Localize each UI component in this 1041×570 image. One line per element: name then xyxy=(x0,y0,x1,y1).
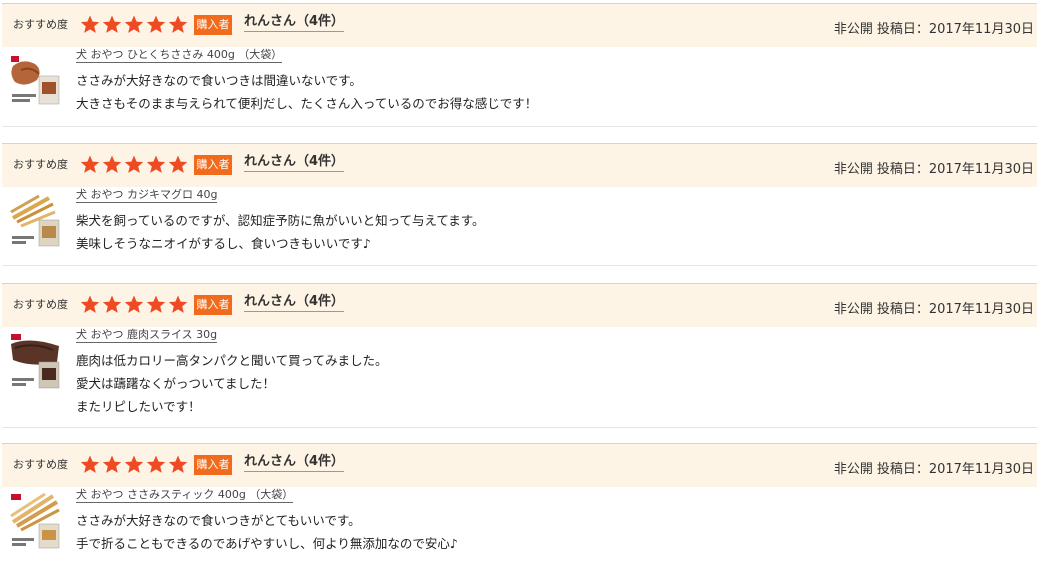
posted-date: 投稿日：2017年11月30日 xyxy=(876,302,1034,317)
product-link[interactable]: 犬 おやつ ひとくちささみ 400g （大袋） xyxy=(76,48,283,63)
venison-slice-product-image[interactable] xyxy=(9,332,63,390)
product-link[interactable]: 犬 おやつ ささみスティック 400g （大袋） xyxy=(76,488,294,503)
reviewer-link[interactable]: れんさん（4件） xyxy=(244,10,345,32)
review-comment: 柴犬を飼っているのですが、認知症予防に魚がいいと知って与えてます。 美味しそうなニ… xyxy=(76,209,485,255)
review-item: おすすめ度 購入者 れんさん（4件） 非公開 投稿日：2017年11月30日 犬 … xyxy=(0,443,1041,565)
review-divider xyxy=(2,427,1037,428)
recommendation-label: おすすめ度 xyxy=(13,298,68,311)
posted-date: 投稿日：2017年11月30日 xyxy=(876,462,1034,477)
comment-line: 愛犬は躊躇なくがっついてました！ xyxy=(76,376,276,391)
review-header: おすすめ度 購入者 れんさん（4件） 非公開 投稿日：2017年11月30日 xyxy=(2,443,1037,487)
product-link[interactable]: 犬 おやつ 鹿肉スライス 30g xyxy=(76,328,218,343)
star-icon xyxy=(101,154,123,176)
recommendation-label: おすすめ度 xyxy=(13,158,68,171)
review-meta: 非公開 投稿日：2017年11月30日 xyxy=(834,158,1034,177)
review-comment: 鹿肉は低カロリー高タンパクと聞いて買ってみました。 愛犬は躊躇なくがっついてました… xyxy=(76,349,388,418)
comment-line: 大きさもそのまま与えられて便利だし、たくさん入っているのでお得な感じです！ xyxy=(76,96,538,111)
review-divider xyxy=(2,265,1037,266)
review-body: 犬 おやつ ひとくちささみ 400g （大袋） ささみが大好きなので食いつきは間… xyxy=(2,47,1037,125)
reviewer-link[interactable]: れんさん（4件） xyxy=(244,450,345,472)
star-icon xyxy=(145,154,167,176)
star-icon xyxy=(79,14,101,36)
review-meta: 非公開 投稿日：2017年11月30日 xyxy=(834,458,1034,477)
comment-line: ささみが大好きなので食いつきは間違いないです。 xyxy=(76,73,362,88)
review-header: おすすめ度 購入者 れんさん（4件） 非公開 投稿日：2017年11月30日 xyxy=(2,143,1037,187)
buyer-badge: 購入者 xyxy=(194,295,232,315)
star-icon xyxy=(101,454,123,476)
review-item: おすすめ度 購入者 れんさん（4件） 非公開 投稿日：2017年11月30日 犬 … xyxy=(0,143,1041,265)
reviewer-link[interactable]: れんさん（4件） xyxy=(244,150,345,172)
buyer-badge: 購入者 xyxy=(194,455,232,475)
star-rating xyxy=(79,154,189,176)
star-icon xyxy=(145,454,167,476)
review-meta: 非公開 投稿日：2017年11月30日 xyxy=(834,18,1034,37)
star-icon xyxy=(123,454,145,476)
comment-line: 柴犬を飼っているのですが、認知症予防に魚がいいと知って与えてます。 xyxy=(76,213,485,228)
recommendation-label: おすすめ度 xyxy=(13,18,68,31)
star-icon xyxy=(145,294,167,316)
privacy-status: 非公開 xyxy=(833,22,873,37)
review-body: 犬 おやつ ささみスティック 400g （大袋） ささみが大好きなので食いつきが… xyxy=(2,487,1037,565)
product-link[interactable]: 犬 おやつ カジキマグロ 40g xyxy=(76,188,218,203)
review-divider xyxy=(2,126,1037,127)
review-comment: ささみが大好きなので食いつきは間違いないです。大きさもそのまま与えられて便利だし… xyxy=(76,69,537,115)
star-rating xyxy=(79,294,189,316)
star-icon xyxy=(79,294,101,316)
star-icon xyxy=(101,14,123,36)
chicken-jerky-product-image[interactable] xyxy=(9,52,63,110)
reviewer-link[interactable]: れんさん（4件） xyxy=(244,290,345,312)
review-body: 犬 おやつ カジキマグロ 40g 柴犬を飼っているのですが、認知症予防に魚がいい… xyxy=(2,187,1037,265)
review-meta: 非公開 投稿日：2017年11月30日 xyxy=(834,298,1034,317)
posted-date: 投稿日：2017年11月30日 xyxy=(876,22,1034,37)
star-icon xyxy=(123,294,145,316)
buyer-badge: 購入者 xyxy=(194,155,232,175)
star-icon xyxy=(79,454,101,476)
review-body: 犬 おやつ 鹿肉スライス 30g 鹿肉は低カロリー高タンパクと聞いて買ってみまし… xyxy=(2,327,1037,425)
star-icon xyxy=(167,14,189,36)
posted-date: 投稿日：2017年11月30日 xyxy=(876,162,1034,177)
review-item: おすすめ度 購入者 れんさん（4件） 非公開 投稿日：2017年11月30日 犬 … xyxy=(0,283,1041,425)
star-icon xyxy=(145,14,167,36)
star-icon xyxy=(167,294,189,316)
buyer-badge: 購入者 xyxy=(194,15,232,35)
privacy-status: 非公開 xyxy=(833,462,873,477)
comment-line: 美味しそうなニオイがするし、食いつきもいいです♪ xyxy=(76,236,371,251)
swordfish-sticks-product-image[interactable] xyxy=(9,192,63,250)
review-header: おすすめ度 購入者 れんさん（4件） 非公開 投稿日：2017年11月30日 xyxy=(2,3,1037,47)
star-rating xyxy=(79,454,189,476)
comment-line: ささみが大好きなので食いつきがとてもいいです。 xyxy=(76,513,361,528)
recommendation-label: おすすめ度 xyxy=(13,458,68,471)
privacy-status: 非公開 xyxy=(833,162,873,177)
star-rating xyxy=(79,14,189,36)
comment-line: またリピしたいです！ xyxy=(76,399,201,414)
comment-line: 手で折ることもできるのであげやすいし、何より無添加なので安心♪ xyxy=(76,536,458,551)
star-icon xyxy=(123,14,145,36)
privacy-status: 非公開 xyxy=(833,302,873,317)
star-icon xyxy=(167,454,189,476)
review-item: おすすめ度 購入者 れんさん（4件） 非公開 投稿日：2017年11月30日 犬 … xyxy=(0,3,1041,125)
star-icon xyxy=(101,294,123,316)
chicken-stick-product-image[interactable] xyxy=(9,492,63,550)
review-comment: ささみが大好きなので食いつきがとてもいいです。手で折ることもできるのであげやすい… xyxy=(76,509,458,555)
star-icon xyxy=(123,154,145,176)
star-icon xyxy=(167,154,189,176)
comment-line: 鹿肉は低カロリー高タンパクと聞いて買ってみました。 xyxy=(76,353,388,368)
star-icon xyxy=(79,154,101,176)
review-header: おすすめ度 購入者 れんさん（4件） 非公開 投稿日：2017年11月30日 xyxy=(2,283,1037,327)
